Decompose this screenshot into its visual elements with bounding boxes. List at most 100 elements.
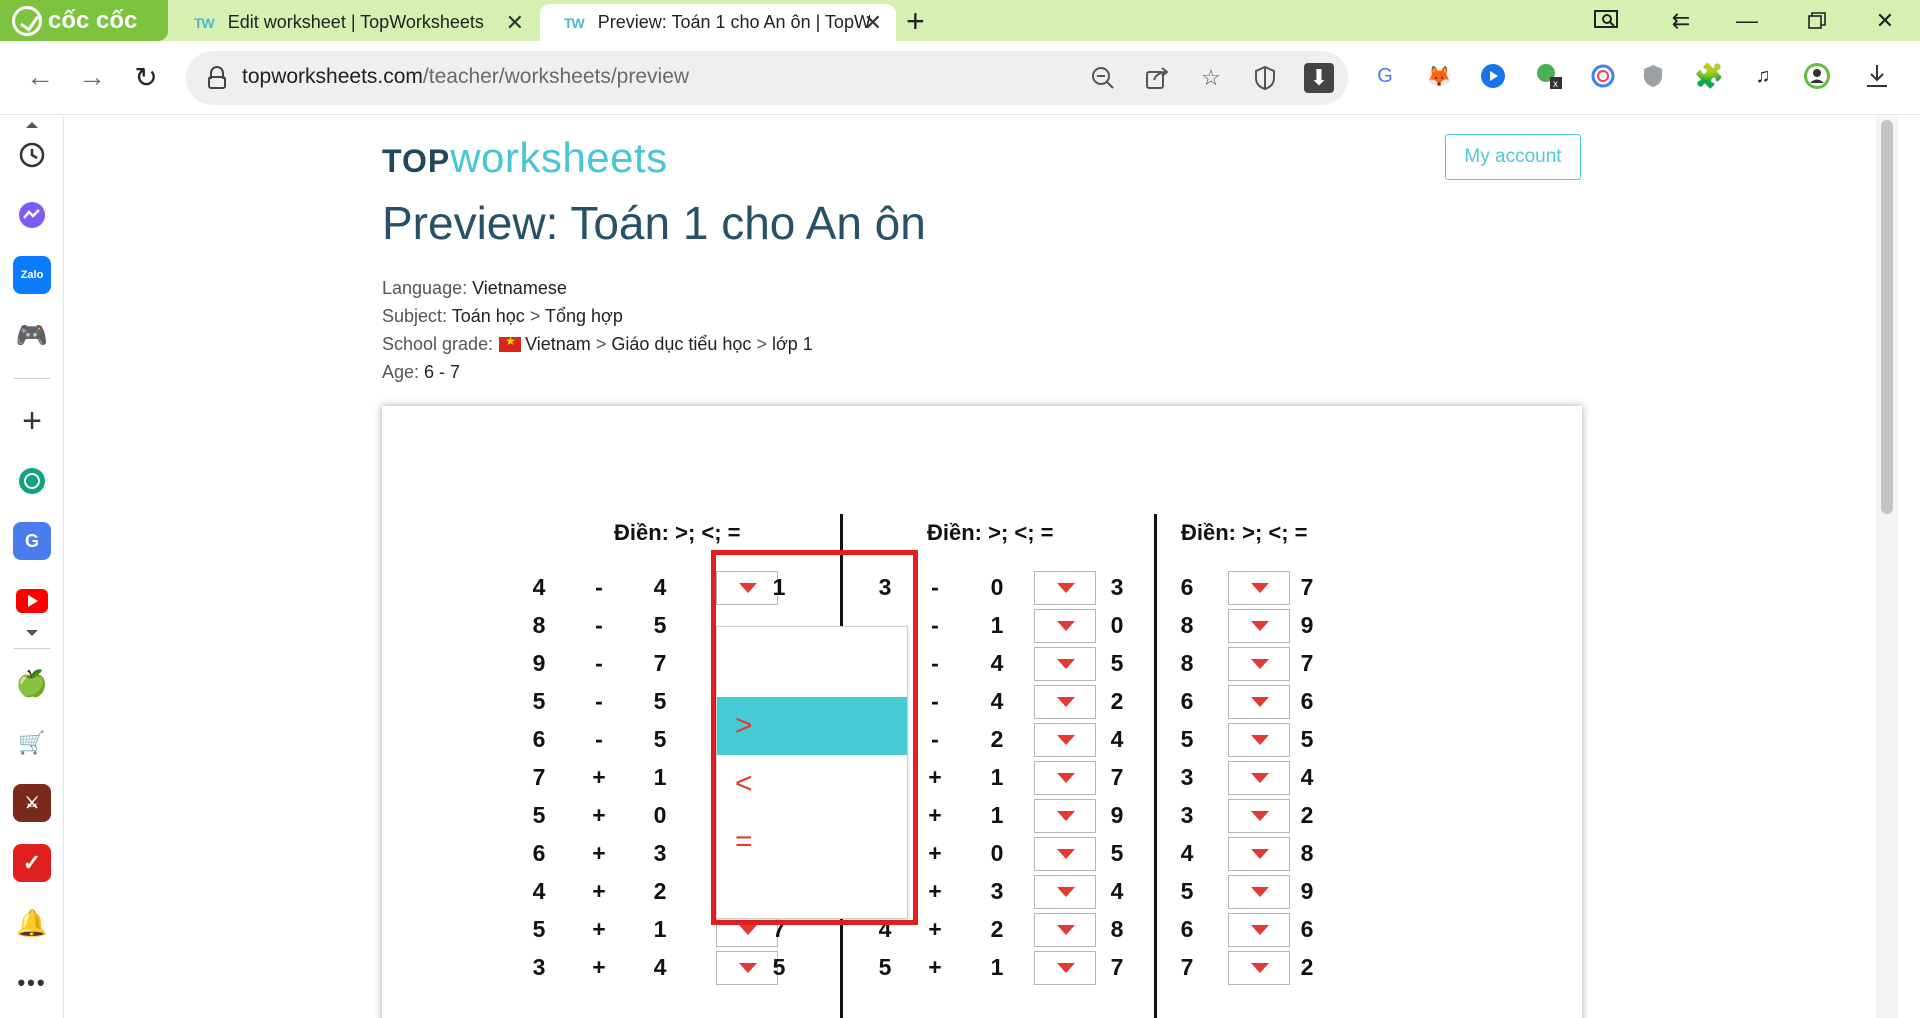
- reload-icon[interactable]: ↻: [126, 57, 166, 97]
- operand-b: 1: [990, 954, 1004, 980]
- compare-dropdown[interactable]: [1034, 913, 1096, 947]
- back-arrow-icon[interactable]: ←: [20, 57, 60, 97]
- operator: -: [595, 650, 603, 676]
- page-title: Preview: Toán 1 cho An ôn: [382, 197, 926, 249]
- compare-dropdown[interactable]: [1228, 837, 1290, 871]
- tab-search-icon[interactable]: [1582, 6, 1632, 36]
- add-sidebar-app-icon[interactable]: +: [13, 402, 51, 440]
- compare-dropdown[interactable]: [1034, 685, 1096, 719]
- sidebar-app-green-icon[interactable]: 🍏: [13, 664, 51, 702]
- metamask-icon[interactable]: 🦊: [1422, 59, 1456, 93]
- close-window-icon[interactable]: ✕: [1860, 6, 1910, 36]
- topworksheets-favicon-icon: TW: [194, 14, 215, 31]
- topworksheets-logo[interactable]: TOPworksheets: [382, 134, 668, 182]
- compare-dropdown[interactable]: [1034, 609, 1096, 643]
- expand-more-icon[interactable]: [26, 630, 38, 636]
- compare-value: 8: [1110, 916, 1124, 942]
- dropdown-option-empty[interactable]: [717, 629, 907, 687]
- compare-dropdown[interactable]: [1228, 571, 1290, 605]
- compare-dropdown[interactable]: [1034, 571, 1096, 605]
- new-tab-button[interactable]: +: [906, 4, 925, 38]
- operand-a: 7: [532, 764, 546, 790]
- compare-dropdown[interactable]: [1228, 951, 1290, 985]
- youtube-icon[interactable]: [13, 582, 51, 620]
- game-avatar-icon[interactable]: ⚔: [13, 784, 51, 822]
- notifications-bell-icon[interactable]: 🔔: [13, 904, 51, 942]
- browser-sidebar: Zalo 🎮 + G 🍏 🛒 ⚔ ✓ 🔔 •••: [0, 116, 64, 1018]
- extension-shield-icon[interactable]: [1636, 59, 1670, 93]
- extensions-puzzle-icon[interactable]: 🧩: [1692, 59, 1726, 93]
- compare-dropdown[interactable]: [1034, 799, 1096, 833]
- google-translate-icon[interactable]: G: [1368, 59, 1402, 93]
- answer-dropdown-list[interactable]: > < =: [716, 626, 908, 919]
- checkmark-app-icon[interactable]: ✓: [13, 844, 51, 882]
- extension-ring-icon[interactable]: [1586, 59, 1620, 93]
- right-value: 7: [1300, 650, 1314, 676]
- zalo-icon[interactable]: Zalo: [13, 256, 51, 294]
- close-tab-icon[interactable]: ✕: [864, 10, 882, 36]
- forward-arrow-icon[interactable]: →: [72, 57, 112, 97]
- dropdown-option-greater[interactable]: >: [717, 697, 907, 755]
- compare-dropdown[interactable]: [1228, 799, 1290, 833]
- operand-a: 6: [532, 840, 546, 866]
- messenger-icon[interactable]: [13, 196, 51, 234]
- game-controller-icon[interactable]: 🎮: [13, 316, 51, 354]
- compare-value: 5: [772, 954, 786, 980]
- compare-dropdown[interactable]: [1034, 647, 1096, 681]
- compare-dropdown[interactable]: [1034, 761, 1096, 795]
- history-icon[interactable]: [13, 136, 51, 174]
- bookmark-star-icon[interactable]: ☆: [1196, 63, 1226, 93]
- operand-b: 5: [653, 726, 667, 752]
- more-options-icon[interactable]: •••: [13, 964, 51, 1002]
- operator: +: [928, 878, 942, 904]
- tab-bar: cốc cốc TW Edit worksheet | TopWorksheet…: [0, 0, 1920, 41]
- operand-b: 5: [653, 688, 667, 714]
- download-page-icon[interactable]: ⬇: [1304, 63, 1334, 93]
- compare-dropdown[interactable]: [1228, 723, 1290, 757]
- tab-edit-worksheet[interactable]: TW Edit worksheet | TopWorksheets ✕: [170, 4, 538, 41]
- compare-dropdown[interactable]: [1228, 875, 1290, 909]
- address-bar[interactable]: topworksheets.com/teacher/worksheets/pre…: [186, 51, 1348, 105]
- shield-icon[interactable]: [1250, 63, 1280, 93]
- scrollbar-thumb[interactable]: [1881, 120, 1893, 514]
- compare-value: 5: [1110, 840, 1124, 866]
- extension-play-icon[interactable]: [1476, 59, 1510, 93]
- compare-dropdown[interactable]: [1228, 913, 1290, 947]
- my-account-button[interactable]: My account: [1445, 134, 1581, 180]
- dropdown-option-less[interactable]: <: [717, 755, 907, 813]
- operator: -: [931, 650, 939, 676]
- compare-dropdown[interactable]: [1228, 685, 1290, 719]
- left-value: 3: [1180, 764, 1194, 790]
- translate-icon[interactable]: G: [13, 522, 51, 560]
- compare-dropdown[interactable]: [1034, 875, 1096, 909]
- coccoc-logo-icon: [12, 5, 42, 36]
- minimize-icon[interactable]: —: [1722, 6, 1772, 36]
- operator: -: [595, 726, 603, 752]
- share-icon[interactable]: [1142, 63, 1172, 93]
- compare-dropdown[interactable]: [1228, 761, 1290, 795]
- downloads-icon[interactable]: [1860, 59, 1894, 93]
- dropdown-option-equal[interactable]: =: [717, 813, 907, 871]
- operand-b: 3: [990, 878, 1004, 904]
- svg-text:x: x: [1553, 79, 1558, 90]
- compare-dropdown[interactable]: [1228, 647, 1290, 681]
- coccoc-logo[interactable]: cốc cốc: [0, 0, 168, 41]
- page-scrollbar[interactable]: [1876, 116, 1898, 1018]
- close-tab-icon[interactable]: ✕: [506, 10, 524, 36]
- back-history-icon[interactable]: ⇇: [1656, 6, 1706, 36]
- shopping-cart-icon[interactable]: 🛒: [13, 724, 51, 762]
- compare-dropdown[interactable]: [1034, 837, 1096, 871]
- topworksheets-favicon-icon: TW: [564, 14, 585, 31]
- scroll-up-icon[interactable]: [26, 122, 38, 128]
- reading-list-icon[interactable]: ♫: [1746, 59, 1780, 93]
- compare-dropdown[interactable]: [1034, 723, 1096, 757]
- chatgpt-icon[interactable]: [13, 462, 51, 500]
- tab-preview-worksheet[interactable]: TW Preview: Toán 1 cho An ôn | TopWorksh…: [540, 4, 896, 41]
- compare-dropdown[interactable]: [1228, 609, 1290, 643]
- extension-x-icon[interactable]: x: [1532, 59, 1566, 93]
- profile-avatar-icon[interactable]: [1800, 59, 1834, 93]
- restore-icon[interactable]: [1792, 6, 1842, 36]
- compare-dropdown[interactable]: [1034, 951, 1096, 985]
- zoom-out-icon[interactable]: [1088, 63, 1118, 93]
- operand-b: 0: [990, 840, 1004, 866]
